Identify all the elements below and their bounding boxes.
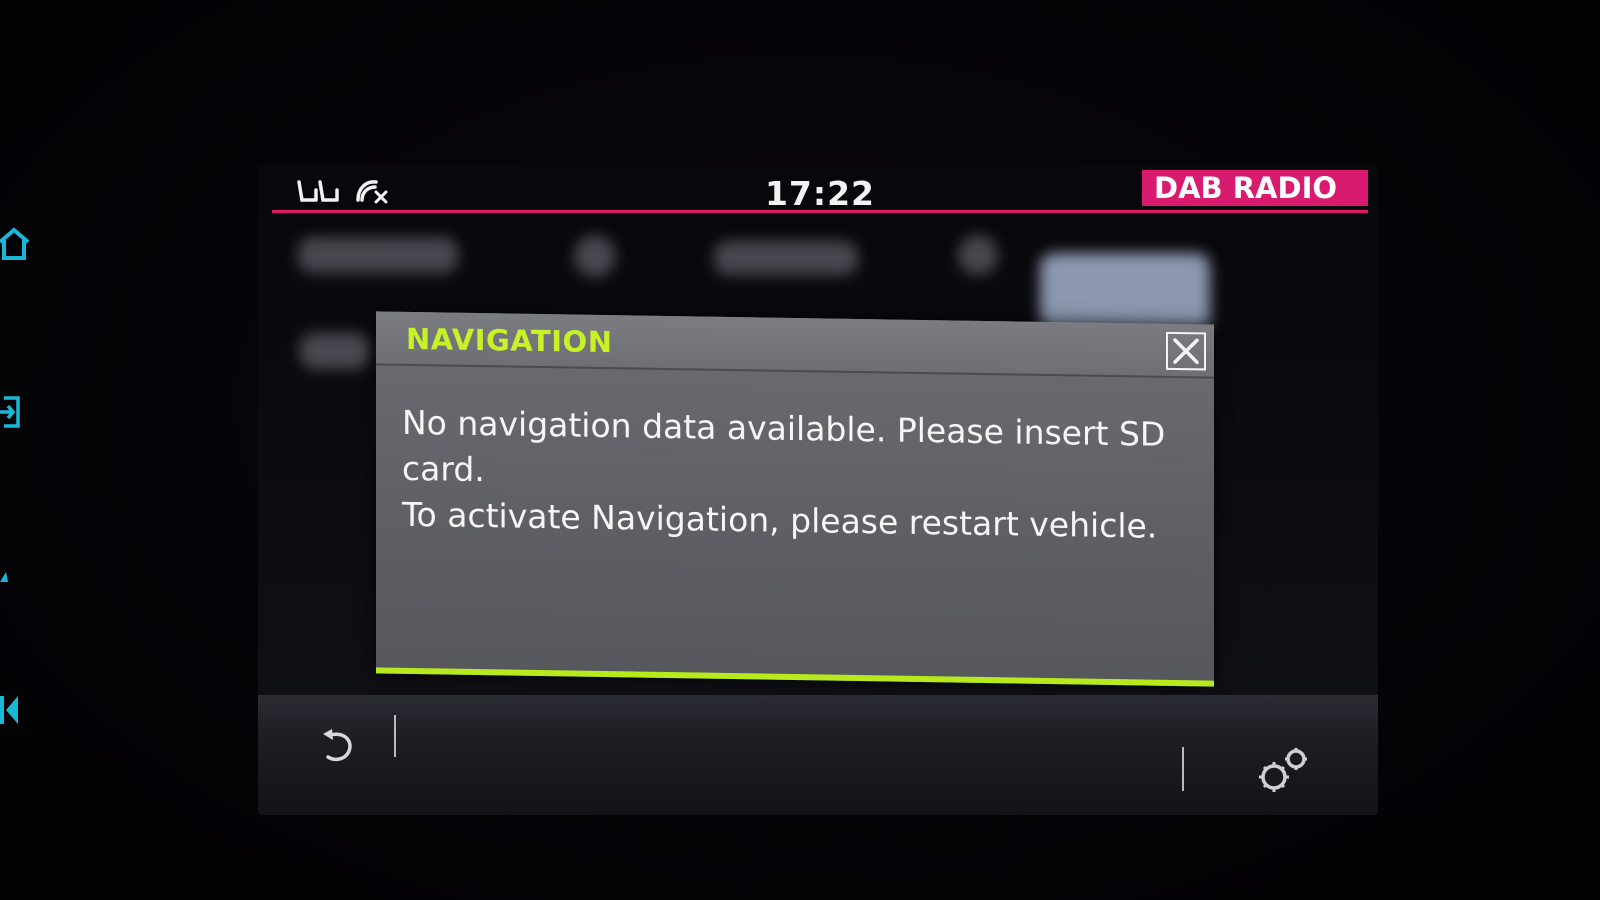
blurred-background-content: [714, 241, 858, 275]
infotainment-screen: 17:22 DAB RADIO NAVIGATION No navigation…: [258, 165, 1378, 815]
blurred-background-content: [300, 333, 370, 369]
blurred-background-content: [574, 235, 616, 277]
triangle-icon[interactable]: [0, 556, 30, 596]
audio-source-badge[interactable]: DAB RADIO: [1142, 170, 1368, 206]
skip-back-icon[interactable]: [0, 690, 30, 730]
dialog-title: NAVIGATION: [406, 321, 613, 360]
blurred-background-content: [298, 237, 458, 273]
dialog-message-line: No navigation data available. Please ins…: [402, 402, 1166, 490]
close-icon: [1173, 338, 1199, 365]
back-arrow-icon: [323, 729, 352, 762]
blurred-background-content: [1040, 253, 1210, 333]
close-button[interactable]: [1166, 331, 1206, 371]
blurred-background-content: [958, 235, 998, 275]
back-button[interactable]: [316, 723, 360, 767]
dialog-message: No navigation data available. Please ins…: [402, 400, 1182, 550]
settings-button[interactable]: [1254, 743, 1318, 799]
settings-gears-icon: [1259, 748, 1307, 792]
status-bar: 17:22 DAB RADIO: [272, 170, 1368, 213]
side-controls: [0, 0, 40, 900]
source-icon[interactable]: [0, 392, 30, 432]
dialog-accent-line: [376, 667, 1214, 687]
bottom-bar-divider: [1182, 747, 1184, 791]
bottom-bar-divider: [394, 715, 396, 757]
navigation-dialog: NAVIGATION No navigation data available.…: [376, 311, 1214, 687]
home-icon[interactable]: [0, 224, 30, 264]
bottom-bar: [258, 695, 1378, 815]
